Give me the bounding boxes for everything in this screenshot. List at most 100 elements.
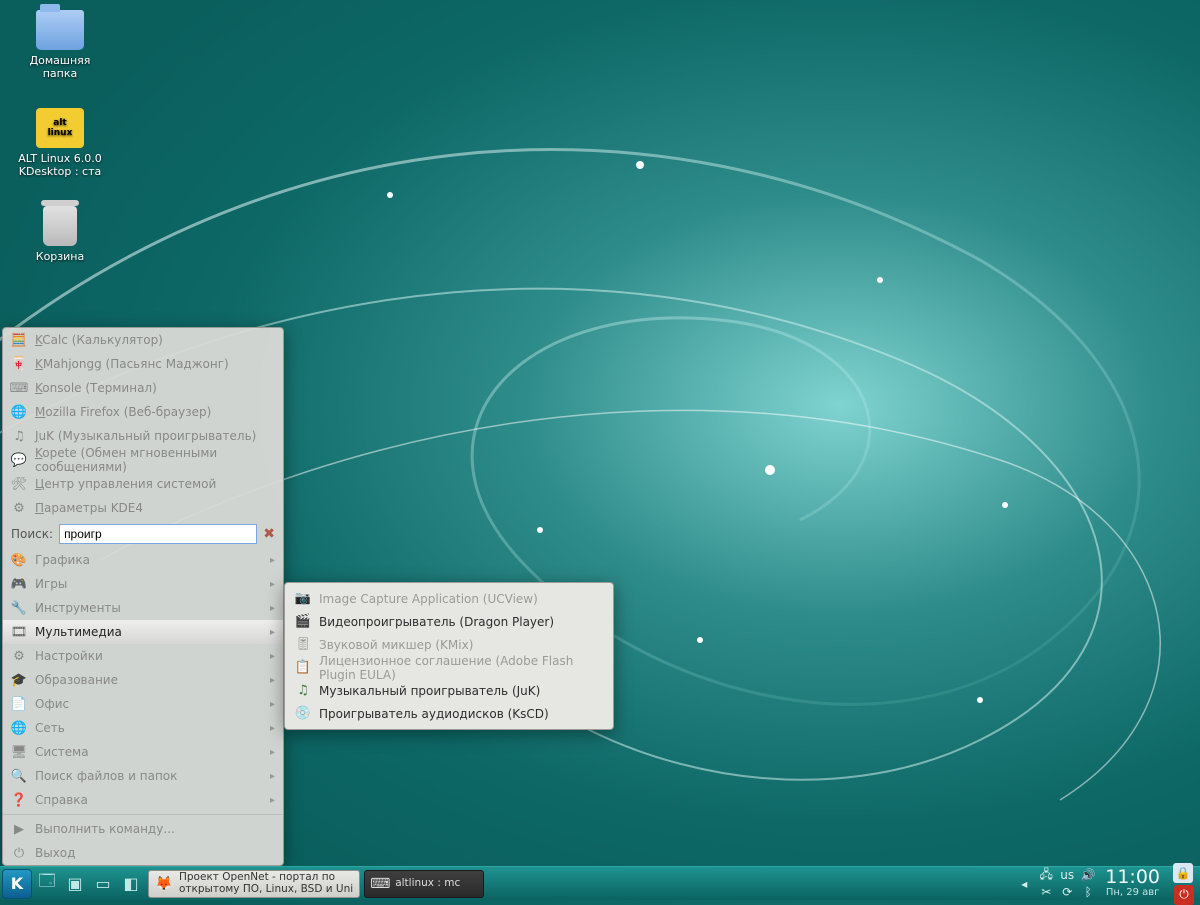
submenu-item-4[interactable]: ♫Музыкальный проигрыватель (JuK) [285,679,613,702]
favorite-5[interactable]: 💬 Kopete (Обмен мгновенными сообщениями) [3,448,283,472]
menu-separator [3,814,283,815]
menu-item-label: Kopete (Обмен мгновенными сообщениями) [35,446,275,474]
favorite-4[interactable]: ♫JuK (Музыкальный проигрыватель) [3,424,283,448]
network-tray-icon[interactable]: 🖧 [1037,867,1055,883]
menu-item-label: Выполнить команду... [35,822,175,836]
terminal-icon: ⌨ [371,875,389,893]
bluetooth-icon[interactable]: ᛒ [1079,884,1097,900]
multimedia-submenu: 📷Image Capture Application (UCView)🎬Виде… [284,582,614,730]
desktop-icon-alt-linux[interactable]: altlinuxALT Linux 6.0.0 KDesktop : ста [12,108,108,178]
submenu-item-3[interactable]: 📋Лицензионное соглашение (Adobe Flash Pl… [285,656,613,679]
menu-item-label: Параметры KDE4 [35,501,143,515]
task-label: Проект OpenNet - портал по открытому ПО,… [179,872,353,894]
terminal-icon: ⌨ [11,380,27,396]
favorite-7[interactable]: ⚙Параметры KDE4 [3,496,283,520]
desktop-icon-trash[interactable]: Корзина [12,206,108,263]
calc-icon: 🧮 [11,332,27,348]
chevron-right-icon: ▸ [270,627,275,638]
menu-item-label: Настройки [35,649,103,663]
chevron-right-icon: ▸ [270,771,275,782]
desktop-icon-home-folder[interactable]: Домашняя папка [12,10,108,80]
category-Инструменты[interactable]: 🔧 Инструменты ▸ [3,596,283,620]
tools-icon: 🔧 [11,600,27,616]
clock-time: 11:00 [1105,868,1160,888]
menu-item-label: JuK (Музыкальный проигрыватель) [35,429,256,443]
submenu-item-5[interactable]: 💿Проигрыватель аудиодисков (KsCD) [285,702,613,725]
menu-item-label: Мультимедиа [35,625,122,639]
chat-icon: 💬 [11,452,27,468]
graphics-icon: 🎨 [11,552,27,568]
favorite-6[interactable]: 🛠Центр управления системой [3,472,283,496]
preferences-icon: ⚙ [11,648,27,664]
window-list-icon[interactable]: ▣ [62,871,88,897]
clock-date: Пн, 29 авг [1105,888,1160,899]
menu-item-label: Система [35,745,89,759]
favorite-3[interactable]: 🌐Mozilla Firefox (Веб-браузер) [3,400,283,424]
category-Поиск файлов и папок[interactable]: 🔍Поиск файлов и папок▸ [3,764,283,788]
submenu-item-0[interactable]: 📷Image Capture Application (UCView) [285,587,613,610]
office-icon: 📄 [11,696,27,712]
help-icon: ❓ [11,792,27,808]
category-Настройки[interactable]: ⚙Настройки▸ [3,644,283,668]
volume-icon[interactable]: 🔊 [1079,867,1097,883]
footer-1[interactable]: ⏻Выход [3,841,283,865]
mahjongg-icon: 🀄 [11,356,27,372]
music-icon: ♫ [295,683,311,699]
menu-item-label: Графика [35,553,90,567]
control-center-icon: 🛠 [11,476,27,492]
globe-icon: 🌐 [11,404,27,420]
chevron-right-icon: ▸ [270,723,275,734]
menu-item-label: Инструменты [35,601,121,615]
category-Мультимедиа[interactable]: 🎞Мультимедиа▸ [3,620,283,644]
clear-search-icon[interactable]: ✖ [263,526,275,542]
show-desktop-icon[interactable]: 🗔 [34,871,60,897]
menu-item-label: Сеть [35,721,65,735]
updates-icon[interactable]: ⟳ [1058,884,1076,900]
mixer-icon: 🎚 [295,637,311,653]
lock-screen-icon[interactable]: 🔒 [1173,863,1193,883]
desktop-icon-label: Домашняя папка [12,54,108,80]
chevron-right-icon: ▸ [270,795,275,806]
menu-item-label: Офис [35,697,69,711]
task-terminal[interactable]: ⌨altlinux : mc [364,870,484,898]
menu-item-label: KMahjongg (Пасьянс Маджонг) [35,357,229,371]
menu-item-label: Игры [35,577,67,591]
menu-item-label: Справка [35,793,88,807]
search-input[interactable] [59,524,257,544]
education-icon: 🎓 [11,672,27,688]
submenu-item-1[interactable]: 🎬Видеопроигрыватель (Dragon Player) [285,610,613,633]
category-Сеть[interactable]: 🌐Сеть▸ [3,716,283,740]
category-Система[interactable]: 🖥Система▸ [3,740,283,764]
category-Справка[interactable]: ❓ Справка ▸ [3,788,283,812]
camera-icon: 📷 [295,591,311,607]
shutdown-icon[interactable]: ⏻ [1174,885,1194,905]
system-tray: ◂ 🖧us🔊 ✂⟳ᛒ 11:00 Пн, 29 авг 🔒 ⏻ [1015,863,1200,905]
category-Образование[interactable]: 🎓Образование▸ [3,668,283,692]
category-Игры[interactable]: 🎮Игры▸ [3,572,283,596]
menu-item-label: Выход [35,846,75,860]
favorite-1[interactable]: 🀄 KMahjongg (Пасьянс Маджонг) [3,352,283,376]
category-Графика[interactable]: 🎨Графика▸ [3,548,283,572]
scissors-icon[interactable]: ✂ [1037,884,1055,900]
tray-expand-icon[interactable]: ◂ [1015,876,1033,892]
taskbar: K 🗔 ▣ ▭ ◧ 🦊Проект OpenNet - портал по от… [0,866,1200,900]
application-menu: 🧮KCalc (Калькулятор) 🀄 KMahjongg (Пасьянс … [2,327,284,866]
chevron-right-icon: ▸ [270,747,275,758]
chevron-right-icon: ▸ [270,603,275,614]
favorite-2[interactable]: ⌨Konsole (Терминал) [3,376,283,400]
category-Офис[interactable]: 📄 Офис ▸ [3,692,283,716]
activities-icon[interactable]: ◧ [118,871,144,897]
desktop-icon-label: ALT Linux 6.0.0 KDesktop : ста [12,152,108,178]
desktop-icons: Домашняя папка altlinuxALT Linux 6.0.0 KD… [12,10,108,263]
submenu-item-label: Видеопроигрыватель (Dragon Player) [319,615,554,629]
task-firefox[interactable]: 🦊Проект OpenNet - портал по открытому ПО… [148,870,360,898]
chevron-right-icon: ▸ [270,699,275,710]
kickoff-button[interactable]: K [2,869,32,899]
favorite-0[interactable]: 🧮KCalc (Калькулятор) [3,328,283,352]
clock[interactable]: 11:00 Пн, 29 авг [1101,868,1164,898]
keyboard-layout-icon[interactable]: us [1058,867,1076,883]
menu-item-label: Поиск файлов и папок [35,769,177,783]
pager-icon[interactable]: ▭ [90,871,116,897]
footer-0[interactable]: ▶ Выполнить команду... [3,817,283,841]
run-icon: ▶ [11,821,27,837]
